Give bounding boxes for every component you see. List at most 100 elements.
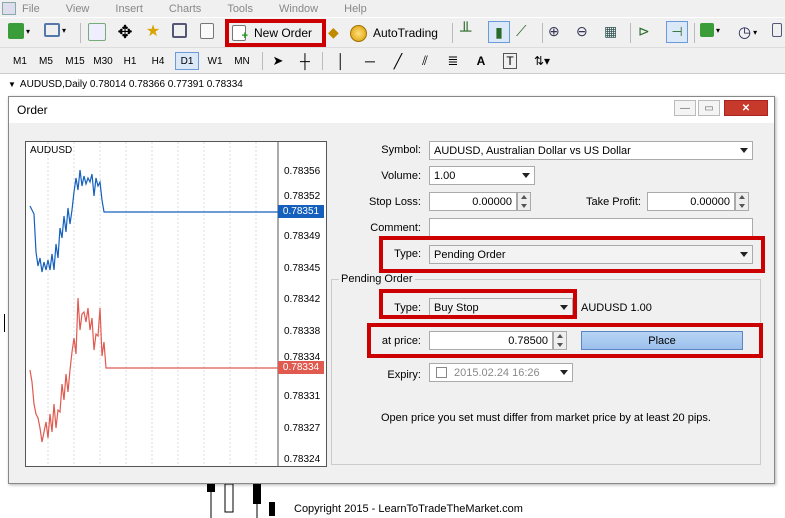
profiles-icon <box>44 23 60 37</box>
type-highlight <box>379 236 765 273</box>
chart-shift-button[interactable]: ⊣ <box>666 21 688 43</box>
text-tool[interactable]: A <box>474 52 488 70</box>
comment-input[interactable] <box>429 218 753 237</box>
menu-file[interactable]: File <box>22 3 40 15</box>
fibonacci-tool[interactable]: ≣ <box>444 52 462 70</box>
channel-icon: ⫽ <box>422 53 428 68</box>
trendline-icon: ╱ <box>393 52 403 69</box>
minimize-icon: — <box>680 102 690 114</box>
order-dialog: Order — ▭ ✕ AUDUSD 0.78351 0.78334 0.783… <box>8 96 775 484</box>
minimize-button[interactable]: — <box>674 100 696 116</box>
periods-button[interactable]: ◷ ▾ <box>738 23 757 41</box>
menu-tools[interactable]: Tools <box>227 3 253 15</box>
autotrading-icon <box>350 24 367 42</box>
take-profit-input[interactable]: 0.00000 <box>647 192 735 211</box>
take-profit-spinner[interactable] <box>735 192 749 211</box>
expiry-label: Expiry: <box>387 369 421 381</box>
bar-chart-button[interactable]: ╨ <box>460 23 471 41</box>
candlestick-icon: ▮ <box>495 23 503 40</box>
terminal-button[interactable] <box>172 23 187 38</box>
indicators-icon <box>700 23 714 37</box>
vertical-line-tool[interactable]: │ <box>334 52 348 70</box>
crosshair-nav-button[interactable]: ✥ <box>116 23 134 41</box>
indicators-button[interactable]: ▾ <box>700 23 720 37</box>
text-label-tool[interactable]: T <box>502 52 518 70</box>
new-chart-icon <box>8 23 24 39</box>
main-toolbar: ▾ ▾ ✥ ★ + New Order ◆ AutoTrading ╨ ▮ ⟋ … <box>0 18 785 48</box>
equidistant-channel-tool[interactable]: ⫽ <box>416 52 434 70</box>
menu-view[interactable]: View <box>66 3 90 15</box>
templates-button[interactable] <box>772 23 782 37</box>
maximize-button[interactable]: ▭ <box>698 100 720 116</box>
cursor-tool[interactable]: ➤ <box>270 52 286 70</box>
close-button[interactable]: ✕ <box>724 100 768 116</box>
dialog-title-bar: Order — ▭ ✕ <box>9 97 774 123</box>
stop-loss-spinner[interactable] <box>517 192 531 211</box>
market-watch-button[interactable] <box>88 23 106 41</box>
autotrading-button[interactable]: AutoTrading <box>350 22 438 44</box>
crosshair-icon: ┼ <box>300 53 310 69</box>
autoscroll-button[interactable]: ⊳ <box>638 23 650 40</box>
strategy-tester-button[interactable] <box>200 23 214 39</box>
horizontal-line-icon: ─ <box>365 53 375 69</box>
tick-chart: AUDUSD 0.78351 0.78334 0.78356 0.78352 0… <box>25 141 327 467</box>
chevron-down-icon <box>560 370 568 375</box>
copyright-text: Copyright 2015 - LearnToTradeTheMarket.c… <box>294 503 523 515</box>
expiry-datepicker[interactable]: 2015.02.24 16:26 <box>429 363 573 382</box>
expiry-value: 2015.02.24 16:26 <box>454 366 540 379</box>
new-chart-button[interactable]: ▾ <box>8 23 30 39</box>
symbol-select[interactable]: AUDUSD, Australian Dollar vs US Dollar <box>429 141 753 160</box>
crosshair-tool[interactable]: ┼ <box>296 52 314 70</box>
menu-window[interactable]: Window <box>279 3 318 15</box>
timeframe-m1[interactable]: M1 <box>8 52 32 70</box>
market-watch-icon <box>88 23 106 41</box>
stop-loss-input[interactable]: 0.00000 <box>429 192 517 211</box>
candle <box>224 483 234 513</box>
crosshair-icon: ✥ <box>117 22 133 42</box>
profiles-button[interactable]: ▾ <box>44 23 66 37</box>
menu-charts[interactable]: Charts <box>169 3 201 15</box>
metaeditor-button[interactable]: ◆ <box>328 24 339 41</box>
chart-indicator-icon: ▼ <box>8 79 16 89</box>
arrows-tool[interactable]: ⇅▾ <box>530 52 554 70</box>
zoom-out-button[interactable]: ⊖ <box>576 23 588 40</box>
tile-windows-button[interactable]: ▦ <box>604 23 617 40</box>
zoom-in-button[interactable]: ⊕ <box>548 23 560 40</box>
menu-bar: File View Insert Charts Tools Window Hel… <box>0 0 785 17</box>
timeframe-d1[interactable]: D1 <box>175 52 199 70</box>
timeframe-m15[interactable]: M15 <box>62 52 88 70</box>
navigator-button[interactable]: ★ <box>144 23 162 41</box>
price-tick: 0.78338 <box>284 326 321 337</box>
timeframe-h1[interactable]: H1 <box>118 52 142 70</box>
templates-icon <box>772 23 782 37</box>
bid-price-line <box>29 297 278 443</box>
trendline-tool[interactable]: ╱ <box>390 52 406 70</box>
expiry-checkbox[interactable] <box>436 367 447 378</box>
chart-header-text: AUDUSD,Daily 0.78014 0.78366 0.77391 0.7… <box>19 78 243 90</box>
timeframe-mn[interactable]: MN <box>230 52 254 70</box>
chevron-down-icon <box>740 148 748 153</box>
volume-select[interactable]: 1.00 <box>429 166 535 185</box>
line-chart-button[interactable]: ⟋ <box>516 23 527 40</box>
star-folder-icon: ★ <box>145 23 161 40</box>
tester-icon <box>200 23 214 39</box>
price-tick: 0.78331 <box>284 391 321 402</box>
menu-insert[interactable]: Insert <box>115 3 143 15</box>
timeframe-w1[interactable]: W1 <box>203 52 227 70</box>
timeframe-m5[interactable]: M5 <box>34 52 58 70</box>
menu-help[interactable]: Help <box>344 3 367 15</box>
ask-price-line <box>29 169 278 273</box>
price-distance-note: Open price you set must differ from mark… <box>381 412 711 424</box>
vertical-line-icon: │ <box>336 53 346 69</box>
chevron-down-icon <box>522 173 530 178</box>
pending-type-highlight <box>379 289 577 319</box>
price-tick: 0.78324 <box>284 454 321 465</box>
price-tick: 0.78349 <box>284 231 321 242</box>
candlestick-button[interactable]: ▮ <box>488 21 510 43</box>
horizontal-line-tool[interactable]: ─ <box>362 52 378 70</box>
volume-label: Volume: <box>381 170 421 182</box>
timeframe-h4[interactable]: H4 <box>146 52 170 70</box>
price-tick: 0.78356 <box>284 166 321 177</box>
timeframe-m30[interactable]: M30 <box>90 52 116 70</box>
price-place-highlight <box>367 323 763 358</box>
